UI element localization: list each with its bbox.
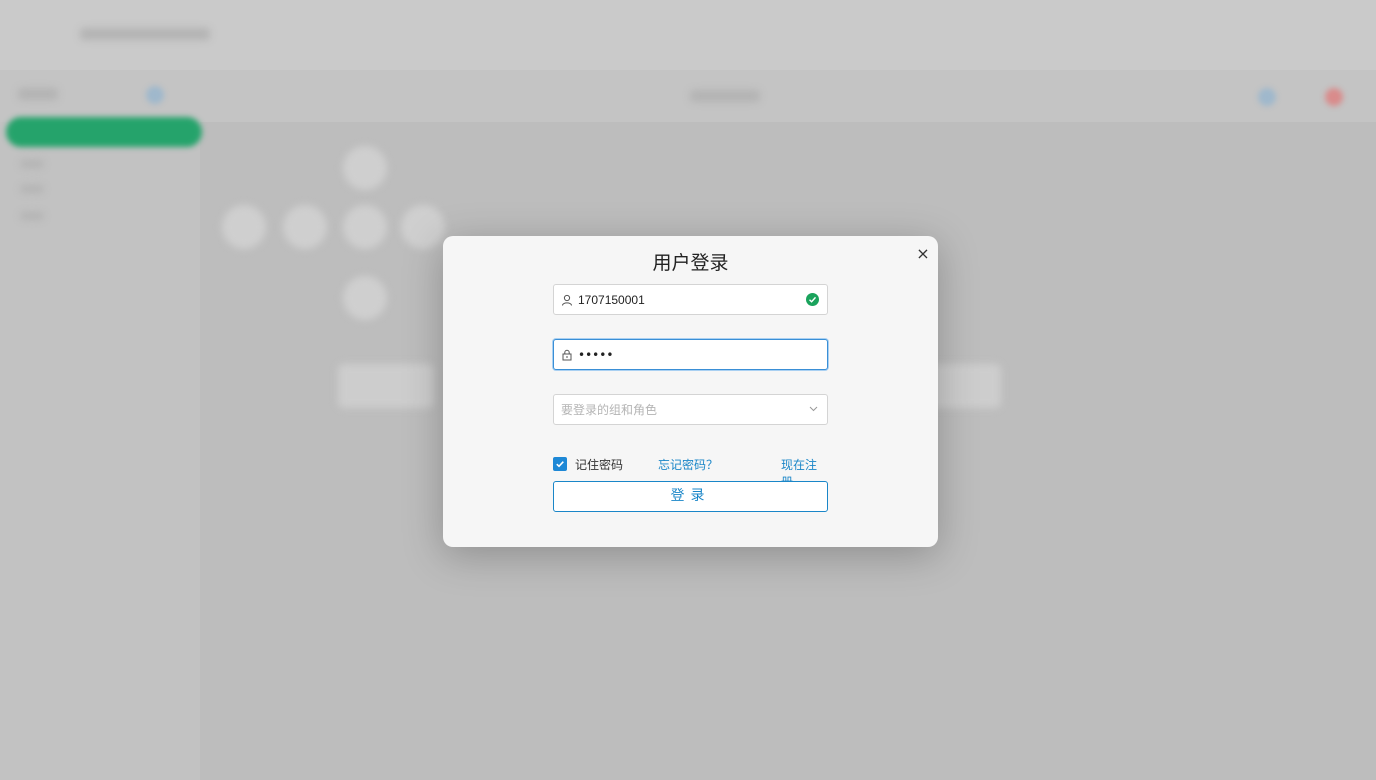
bg-title-text <box>80 28 210 40</box>
close-icon[interactable]: × <box>915 246 931 262</box>
bg-sidebar <box>0 122 200 780</box>
dialog-title: 用户登录 <box>652 252 729 274</box>
role-select-placeholder: 要登录的组和角色 <box>561 403 658 417</box>
bg-dot <box>1258 88 1276 106</box>
forgot-password-link[interactable]: 忘记密码？ <box>658 456 718 473</box>
username-field[interactable] <box>553 284 828 315</box>
username-input[interactable] <box>578 289 806 310</box>
bg-close-dot <box>1325 88 1343 106</box>
bg-sidebar-text <box>20 212 44 220</box>
password-field[interactable]: ••••• <box>553 339 828 370</box>
user-icon <box>556 294 578 306</box>
bg-toolbar-text <box>18 88 58 100</box>
login-button[interactable]: 登录 <box>553 481 828 512</box>
bg-circle <box>401 205 445 249</box>
login-dialog: 用户登录 × ••••• 要登录的组和角色 <box>443 236 938 547</box>
bg-circle <box>343 205 387 249</box>
bg-circle <box>222 205 266 249</box>
bg-circle <box>343 146 387 190</box>
bg-circle <box>343 276 387 320</box>
bg-button <box>338 364 434 408</box>
bg-sidebar-text <box>20 160 44 168</box>
password-input[interactable]: ••••• <box>578 348 827 362</box>
role-select[interactable]: 要登录的组和角色 <box>553 394 828 425</box>
bg-circle <box>283 205 327 249</box>
bg-sidebar-active-item <box>6 117 202 147</box>
options-row: 记住密码 忘记密码？ 现在注册 <box>553 456 828 489</box>
bg-dot <box>146 86 164 104</box>
bg-toolbar-title <box>690 90 760 102</box>
remember-label[interactable]: 记住密码 <box>575 456 623 473</box>
remember-checkbox[interactable] <box>553 457 567 471</box>
chevron-down-icon <box>805 404 821 415</box>
bg-sidebar-text <box>20 185 44 193</box>
lock-icon <box>556 349 578 361</box>
bg-toolbar <box>0 70 1376 122</box>
valid-check-icon <box>806 293 819 306</box>
